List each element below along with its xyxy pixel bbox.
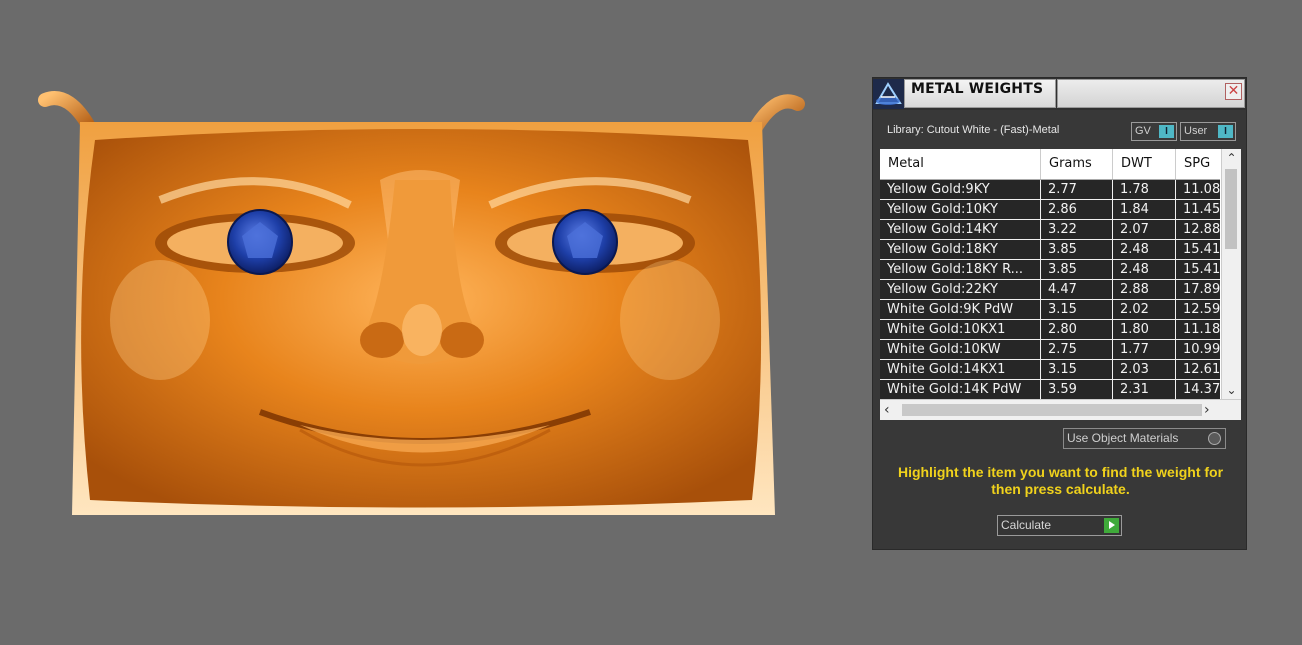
table-row[interactable]: Yellow Gold:22KY 4.47 2.88 17.89	[880, 280, 1220, 300]
cell-grams: 4.47	[1041, 280, 1113, 299]
play-arrow-icon	[1104, 518, 1119, 533]
cell-metal: White Gold:14KX1	[880, 360, 1041, 379]
use-object-materials-option[interactable]: Use Object Materials	[1063, 428, 1226, 449]
use-object-materials-label: Use Object Materials	[1067, 431, 1179, 445]
calculate-label: Calculate	[1001, 518, 1052, 532]
cell-grams: 2.75	[1041, 340, 1113, 359]
column-header-metal[interactable]: Metal	[880, 149, 1041, 179]
calculate-button[interactable]: Calculate	[997, 515, 1122, 536]
table-row[interactable]: White Gold:14KX1 3.15 2.03 12.61	[880, 360, 1220, 380]
column-header-dwt[interactable]: DWT	[1113, 149, 1176, 179]
cell-metal: Yellow Gold:22KY	[880, 280, 1041, 299]
radio-icon[interactable]	[1208, 432, 1221, 445]
cell-metal: White Gold:14K PdW	[880, 380, 1041, 399]
toggle-knob-icon: I	[1159, 125, 1174, 138]
cell-metal: Yellow Gold:9KY	[880, 180, 1041, 199]
horizontal-scrollbar[interactable]: ‹ ›	[880, 399, 1241, 420]
cell-metal: Yellow Gold:18KY R...	[880, 260, 1041, 279]
cell-metal: White Gold:10KW	[880, 340, 1041, 359]
library-label: Library: Cutout White - (Fast)-Metal	[887, 124, 1060, 136]
table-row[interactable]: Yellow Gold:18KY R... 3.85 2.48 15.41	[880, 260, 1220, 280]
cell-metal: Yellow Gold:14KY	[880, 220, 1041, 239]
vertical-scroll-thumb[interactable]	[1225, 169, 1237, 249]
cell-dwt: 2.48	[1113, 240, 1176, 259]
titlebar-filler	[1057, 79, 1245, 108]
scroll-down-icon[interactable]: ⌄	[1222, 381, 1241, 399]
metal-weights-panel: METAL WEIGHTS ✕ Library: Cutout White - …	[872, 77, 1247, 550]
cell-grams: 3.15	[1041, 360, 1113, 379]
cell-dwt: 1.84	[1113, 200, 1176, 219]
cell-grams: 3.85	[1041, 240, 1113, 259]
close-icon[interactable]: ✕	[1225, 83, 1242, 100]
cell-dwt: 2.88	[1113, 280, 1176, 299]
table-row[interactable]: White Gold:10KW 2.75 1.77 10.99	[880, 340, 1220, 360]
cell-dwt: 1.77	[1113, 340, 1176, 359]
cell-grams: 2.80	[1041, 320, 1113, 339]
pendant-model[interactable]	[0, 0, 860, 645]
cell-dwt: 2.02	[1113, 300, 1176, 319]
scroll-left-icon[interactable]: ‹	[884, 400, 890, 420]
cell-dwt: 1.80	[1113, 320, 1176, 339]
cell-dwt: 2.31	[1113, 380, 1176, 399]
cell-grams: 3.85	[1041, 260, 1113, 279]
horizontal-scroll-thumb[interactable]	[902, 404, 1202, 416]
user-toggle[interactable]: User I	[1180, 122, 1236, 141]
gv-toggle[interactable]: GV I	[1131, 122, 1177, 141]
panel-title: METAL WEIGHTS	[911, 81, 1044, 97]
column-header-grams[interactable]: Grams	[1041, 149, 1113, 179]
table-row[interactable]: White Gold:10KX1 2.80 1.80 11.18	[880, 320, 1220, 340]
scroll-up-icon[interactable]: ⌃	[1222, 149, 1241, 167]
table-row[interactable]: Yellow Gold:18KY 3.85 2.48 15.41	[880, 240, 1220, 260]
cell-grams: 3.22	[1041, 220, 1113, 239]
toggle-knob-icon: I	[1218, 125, 1233, 138]
cell-grams: 3.15	[1041, 300, 1113, 319]
cell-metal: White Gold:9K PdW	[880, 300, 1041, 319]
cell-grams: 2.86	[1041, 200, 1113, 219]
metal-table[interactable]: Metal Grams DWT SPG Yellow Gold:9KY 2.77 1…	[880, 149, 1241, 420]
viewport-3d[interactable]	[0, 0, 860, 645]
cell-metal: White Gold:10KX1	[880, 320, 1041, 339]
gv-toggle-label: GV	[1135, 125, 1151, 137]
table-row[interactable]: White Gold:9K PdW 3.15 2.02 12.59	[880, 300, 1220, 320]
cell-dwt: 2.07	[1113, 220, 1176, 239]
vertical-scrollbar[interactable]: ⌃ ⌄	[1221, 149, 1241, 399]
table-header: Metal Grams DWT SPG	[880, 149, 1220, 180]
user-toggle-label: User	[1184, 125, 1208, 137]
cell-grams: 3.59	[1041, 380, 1113, 399]
table-row[interactable]: White Gold:14K PdW 3.59 2.31 14.37	[880, 380, 1220, 400]
scroll-right-icon[interactable]: ›	[1204, 400, 1210, 420]
cell-metal: Yellow Gold:10KY	[880, 200, 1041, 219]
app-logo-icon	[873, 79, 904, 109]
cell-dwt: 1.78	[1113, 180, 1176, 199]
table-row[interactable]: Yellow Gold:9KY 2.77 1.78 11.08	[880, 180, 1220, 200]
cell-grams: 2.77	[1041, 180, 1113, 199]
panel-titlebar[interactable]: METAL WEIGHTS ✕	[873, 78, 1246, 110]
cell-metal: Yellow Gold:18KY	[880, 240, 1041, 259]
cell-dwt: 2.48	[1113, 260, 1176, 279]
table-row[interactable]: Yellow Gold:14KY 3.22 2.07 12.88	[880, 220, 1220, 240]
panel-title-tab[interactable]: METAL WEIGHTS	[904, 79, 1056, 108]
cell-dwt: 2.03	[1113, 360, 1176, 379]
table-body: Yellow Gold:9KY 2.77 1.78 11.08 Yellow Gold:…	[880, 180, 1220, 400]
instruction-text: Highlight the item you want to find the …	[897, 464, 1224, 497]
table-row[interactable]: Yellow Gold:10KY 2.86 1.84 11.45	[880, 200, 1220, 220]
column-header-spg[interactable]: SPG	[1176, 149, 1220, 179]
